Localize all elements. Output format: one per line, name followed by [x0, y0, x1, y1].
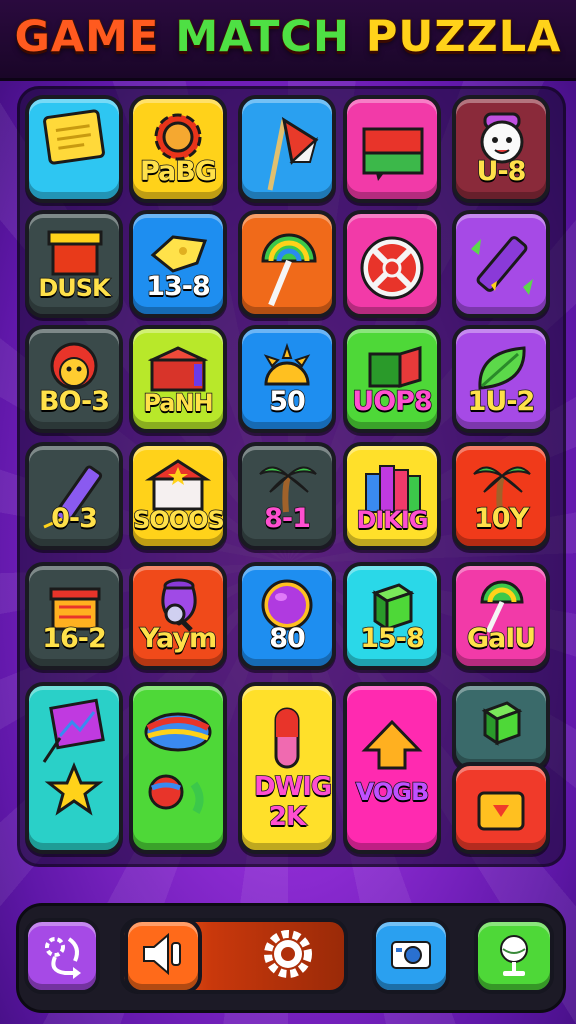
camera-button[interactable] — [372, 918, 450, 994]
title-word-1: GAME — [14, 11, 160, 63]
tile-books[interactable]: DIKIG — [343, 442, 441, 550]
tile-label: SOOOS — [133, 505, 224, 535]
gear-icon — [260, 926, 316, 986]
tile-label: 50 — [268, 385, 306, 418]
tile-label: Yaym — [139, 622, 218, 655]
tile-label: U-8 — [476, 155, 527, 188]
tile-cube-2[interactable] — [452, 682, 550, 770]
candy-icon — [133, 692, 223, 832]
tile-label: UOP8 — [352, 385, 434, 418]
tile-ball[interactable]: 80 — [238, 562, 336, 670]
tile-flag[interactable] — [238, 95, 336, 203]
tile-palm[interactable]: 8-1 — [238, 442, 336, 550]
settings-button[interactable] — [248, 918, 328, 994]
tile-candy[interactable] — [129, 682, 227, 854]
book-icon — [347, 105, 437, 195]
tile-label: 80 — [268, 622, 306, 655]
tile-character[interactable]: BO-3 — [25, 325, 123, 433]
capsule-icon — [242, 692, 332, 782]
shuffle-gear-icon — [35, 927, 89, 985]
green-cube-icon — [456, 688, 546, 758]
tile-chart-star[interactable] — [25, 682, 123, 854]
tile-label: PaBG — [139, 155, 218, 188]
tile-greenbox[interactable]: UOP8 — [343, 325, 441, 433]
title-bar: GAME MATCH PUZZLA — [0, 0, 576, 81]
game-title: GAME MATCH PUZZLA — [0, 11, 576, 63]
rainbow-umbrella-icon — [242, 220, 332, 314]
title-word-3: PUZZLA — [365, 11, 562, 63]
tile-label: 10Y — [473, 502, 530, 535]
globe-button[interactable] — [474, 918, 554, 994]
sound-button[interactable] — [124, 918, 202, 994]
tile-label: 13-8 — [145, 270, 211, 303]
tile-label: DWIG 2K — [253, 771, 332, 833]
tile-gear[interactable]: PaBG — [129, 95, 227, 203]
flag-icon — [242, 105, 332, 199]
tile-label: PaNH — [143, 388, 215, 418]
tile-giftbox[interactable]: 16-2 — [25, 562, 123, 670]
tile-label: 15-8 — [359, 622, 425, 655]
tile-sun[interactable]: 50 — [238, 325, 336, 433]
tile-house[interactable]: SOOOS — [129, 442, 227, 550]
folder-down-icon — [456, 774, 546, 844]
tile-cube[interactable]: 15-8 — [343, 562, 441, 670]
speaker-icon — [138, 929, 188, 983]
tile-target[interactable] — [343, 210, 441, 318]
tile-marker[interactable]: 0-3 — [25, 442, 123, 550]
tile-label: BO-3 — [38, 385, 111, 418]
tile-cheese[interactable]: 13-8 — [129, 210, 227, 318]
tile-umbrella-2[interactable]: GaIU — [452, 562, 550, 670]
tile-label: 8-1 — [263, 502, 311, 535]
tile-leaf[interactable]: 1U-2 — [452, 325, 550, 433]
tile-book[interactable] — [343, 95, 441, 203]
tile-label: 1U-2 — [467, 385, 536, 418]
chart-star-icon — [29, 692, 119, 832]
tile-label: 0-3 — [50, 502, 98, 535]
tile-umbrella[interactable] — [238, 210, 336, 318]
target-wheel-icon — [347, 220, 437, 314]
note-icon — [29, 105, 119, 171]
tile-crate[interactable]: DUSK — [25, 210, 123, 318]
pencil-icon — [456, 220, 546, 314]
tile-label: GaIU — [466, 622, 537, 655]
tile-pot[interactable]: Yaym — [129, 562, 227, 670]
tile-chest[interactable]: PaNH — [129, 325, 227, 433]
tile-label: 16-2 — [41, 622, 107, 655]
tile-label: DUSK — [38, 273, 112, 303]
tile-pencil[interactable] — [452, 210, 550, 318]
tile-label: VOGB — [355, 777, 430, 807]
tile-arrow[interactable]: VOGB — [343, 682, 441, 854]
tile-folder[interactable] — [452, 762, 550, 854]
shuffle-button[interactable] — [24, 918, 100, 994]
camera-icon — [386, 932, 436, 980]
tile-capsule[interactable]: DWIG 2K — [238, 682, 336, 854]
title-word-2: MATCH — [175, 11, 350, 63]
globe-icon — [489, 927, 539, 985]
tile-ghost[interactable]: U-8 — [452, 95, 550, 203]
tile-palm-2[interactable]: 10Y — [452, 442, 550, 550]
tile-note[interactable] — [25, 95, 123, 203]
tile-label: DIKIG — [356, 505, 430, 535]
